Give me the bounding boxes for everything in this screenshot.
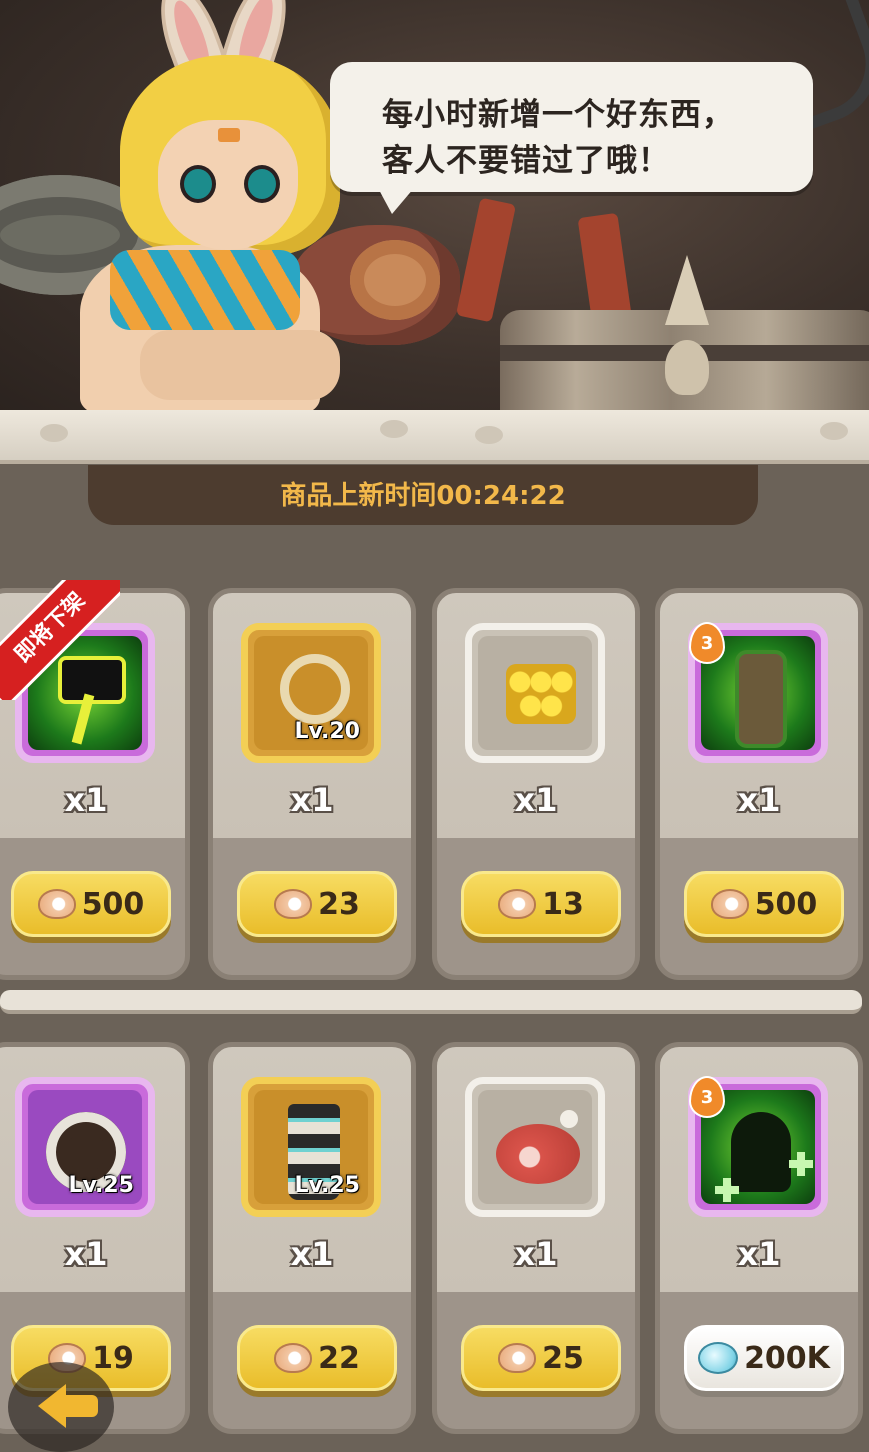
item-icon-frame <box>465 1077 605 1217</box>
plus-icon <box>715 1178 739 1202</box>
shopkeeper-character <box>40 0 370 415</box>
pearl-shell-icon <box>498 889 537 919</box>
speech-line-2: 客人不要错过了哦！ <box>382 143 670 179</box>
restock-timer-text: 商品上新时间00:24:22 <box>280 481 566 511</box>
ledge-dot <box>380 420 408 438</box>
shop-item-card[interactable]: 3 x1 200K <box>655 1042 863 1434</box>
honeycomb-art <box>506 664 576 724</box>
item-icon-frame: Lv.25 <box>241 1077 381 1217</box>
shopkeeper-scene: 每小时新增一个好东西， 客人不要错过了哦！ <box>0 0 869 430</box>
ham-art <box>496 1124 580 1184</box>
speech-text: 每小时新增一个好东西， 客人不要错过了哦！ <box>382 92 802 184</box>
item-level: Lv.25 <box>294 1173 360 1198</box>
item-quantity: x1 <box>514 1235 558 1273</box>
heal-figure-art <box>731 1112 791 1192</box>
ham-meat-icon <box>478 1090 592 1204</box>
speech-line-1: 每小时新增一个好东西， <box>382 97 734 133</box>
item-price: 13 <box>542 886 584 922</box>
character-face <box>158 120 298 250</box>
necklace-art <box>280 654 350 724</box>
buy-button[interactable]: 22 <box>237 1325 397 1391</box>
item-icon-frame: Lv.25 <box>15 1077 155 1217</box>
character-arms <box>140 330 340 400</box>
shop-item-card[interactable]: 3 x1 500 <box>655 588 863 980</box>
totem-art <box>739 654 783 744</box>
restock-timer: 商品上新时间00:24:22 <box>88 465 758 525</box>
shop-item-card[interactable]: x1 13 <box>432 588 640 980</box>
shelf-divider <box>0 990 862 1014</box>
character-eye <box>180 165 216 203</box>
buy-button[interactable]: 500 <box>11 871 171 937</box>
item-quantity: x1 <box>290 781 334 819</box>
expiring-ribbon: 即将下架 <box>0 580 120 700</box>
ledge-dot <box>40 424 68 442</box>
pearl-shell-icon <box>274 1343 313 1373</box>
bone-ring-shield-icon: Lv.25 <box>28 1090 142 1204</box>
buy-button[interactable]: 23 <box>237 871 397 937</box>
item-price: 500 <box>81 886 145 922</box>
item-quantity: x1 <box>737 1235 781 1273</box>
honeycomb-icon <box>478 636 592 750</box>
item-quantity: x1 <box>290 1235 334 1273</box>
star-badge: 3 <box>689 1076 725 1118</box>
character-eye <box>244 165 280 203</box>
item-quantity: x1 <box>514 781 558 819</box>
item-price: 500 <box>754 886 818 922</box>
item-price: 200K <box>744 1340 830 1376</box>
spike-decoration <box>665 255 709 325</box>
shop-item-card[interactable]: x1 25 <box>432 1042 640 1434</box>
character-clothing <box>110 250 300 330</box>
item-quantity: x1 <box>64 1235 108 1273</box>
ham-bone-art <box>560 1110 578 1128</box>
star-badge: 3 <box>689 622 725 664</box>
item-icon-frame: 3 <box>688 622 828 763</box>
pearl-shell-icon <box>710 889 749 919</box>
back-button[interactable] <box>8 1362 114 1452</box>
expiring-ribbon-label: 即将下架 <box>0 580 120 700</box>
shop-item-card[interactable]: Lv.20 x1 23 <box>208 588 416 980</box>
item-icon-frame <box>465 623 605 763</box>
club-decoration <box>455 197 517 323</box>
spike-decoration <box>665 340 709 395</box>
item-price: 22 <box>318 1340 360 1376</box>
item-level: Lv.20 <box>294 719 360 744</box>
item-price: 19 <box>92 1340 134 1376</box>
item-icon-frame: Lv.20 <box>241 623 381 763</box>
pearl-shell-icon <box>274 889 313 919</box>
pearl-shell-icon <box>498 1343 537 1373</box>
item-icon-frame: 3 <box>688 1076 828 1217</box>
buy-button[interactable]: 13 <box>461 871 621 937</box>
item-quantity: x1 <box>64 781 108 819</box>
striped-boot-icon: Lv.25 <box>254 1090 368 1204</box>
plus-icon <box>789 1152 813 1176</box>
buy-button[interactable]: 200K <box>684 1325 844 1391</box>
ledge-dot <box>820 422 848 440</box>
pearl-shell-icon <box>37 889 76 919</box>
item-quantity: x1 <box>737 781 781 819</box>
bone-necklace-icon: Lv.20 <box>254 636 368 750</box>
item-level: Lv.25 <box>68 1173 134 1198</box>
speech-bubble: 每小时新增一个好东西， 客人不要错过了哦！ <box>330 62 813 214</box>
shop-item-card[interactable]: Lv.25 x1 22 <box>208 1042 416 1434</box>
buy-button[interactable]: 25 <box>461 1325 621 1391</box>
item-price: 25 <box>542 1340 584 1376</box>
back-arrow-tail <box>62 1395 98 1417</box>
bone-ledge-divider <box>0 410 869 464</box>
item-price: 23 <box>318 886 360 922</box>
face-mark <box>218 128 240 142</box>
blue-gem-icon <box>698 1342 739 1374</box>
buy-button[interactable]: 500 <box>684 871 844 937</box>
ledge-dot <box>475 426 503 444</box>
